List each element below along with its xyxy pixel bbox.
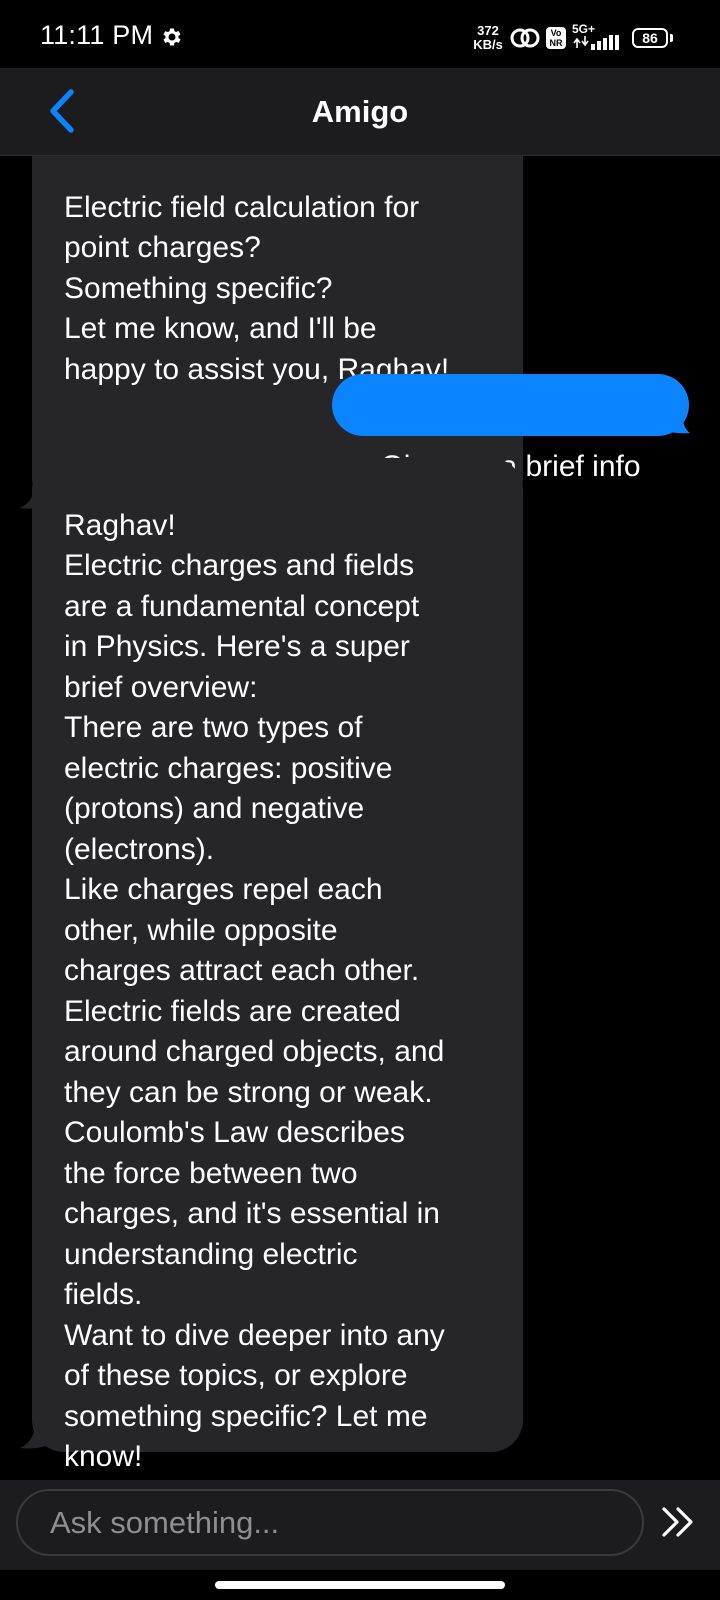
double-chevron-right-icon (662, 1507, 693, 1537)
chat-header: Amigo (0, 68, 720, 156)
status-time: 11:11 PM (40, 20, 154, 50)
battery-level: 86 (642, 30, 658, 46)
volte-icon: Vo NR (546, 27, 566, 49)
network-speed: 372 KB/s (470, 24, 506, 52)
chat-title: Amigo (311, 94, 409, 129)
status-bar: 11:11 PM 372 KB/s Vo NR 5G+ 86 (0, 0, 720, 68)
signal-strength-icon (573, 35, 619, 50)
bubble-tail (20, 1422, 50, 1449)
volte-top-label: Vo (550, 28, 562, 38)
composer (0, 1480, 720, 1570)
battery-icon: 86 (632, 28, 668, 48)
user-message-bubble: Give me a brief info (332, 374, 689, 483)
bot-message-bubble: Raghav! Electric charges and fields are … (32, 458, 523, 1473)
home-indicator[interactable] (215, 1581, 505, 1589)
volte-bottom-label: NR (549, 38, 563, 48)
battery-terminal (670, 34, 673, 42)
system-navigation (0, 1570, 720, 1600)
hotspot-sync-icon (510, 28, 540, 48)
send-button[interactable] (654, 1497, 704, 1547)
message-list[interactable]: Electric field calculation for point cha… (0, 155, 720, 1480)
gear-icon (163, 28, 181, 46)
ask-input[interactable] (16, 1489, 644, 1556)
network-speed-value: 372 (477, 23, 499, 38)
network-speed-unit: KB/s (473, 37, 503, 52)
bubble-tail (670, 406, 690, 434)
message-text: Electric field calculation for point cha… (64, 190, 450, 386)
message-text: Raghav! Electric charges and fields are … (64, 508, 445, 1474)
